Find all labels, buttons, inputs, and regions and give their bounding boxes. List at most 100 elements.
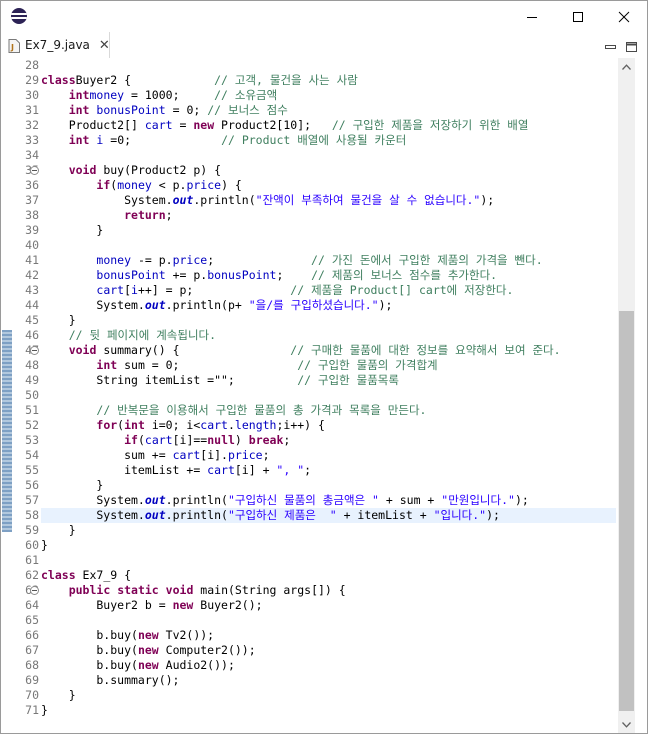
code-line[interactable]: // 반복문을 이용해서 구입한 물품의 총 가격과 목록을 만든다. <box>41 403 616 418</box>
code-line[interactable]: void summary() { // 구매한 물품에 대한 정보를 요약해서 … <box>41 343 616 358</box>
code-line[interactable]: } <box>41 538 616 553</box>
code-token: sum += <box>41 448 173 462</box>
code-token: ) <box>234 433 249 447</box>
code-line[interactable]: sum += cart[i].price; <box>41 448 616 463</box>
code-line[interactable] <box>41 388 616 403</box>
code-token: ( <box>137 433 145 447</box>
tab-ex7-9-java[interactable]: J Ex7_9.java ✕ <box>1 32 110 58</box>
maximize-view-icon[interactable] <box>625 38 639 52</box>
code-line[interactable] <box>41 58 616 73</box>
code-token: } <box>41 523 76 537</box>
line-number: 42 <box>25 268 39 282</box>
code-line[interactable]: b.summary(); <box>41 673 616 688</box>
vertical-scrollbar[interactable] <box>618 58 635 733</box>
code-line[interactable]: cart[i++] = p; // 제품을 Product[] cart에 저장… <box>41 283 616 298</box>
code-token: int <box>96 358 118 372</box>
code-line[interactable]: b.buy(new Computer2()); <box>41 643 616 658</box>
code-line[interactable]: } <box>41 313 616 328</box>
maximize-button[interactable] <box>555 1 601 32</box>
tab-close-icon[interactable]: ✕ <box>99 38 110 53</box>
code-token: new <box>137 643 159 657</box>
code-token: b.buy( <box>41 628 138 642</box>
code-token: out <box>144 298 166 312</box>
code-line[interactable]: return; <box>41 208 616 223</box>
line-number: 34 <box>25 148 39 162</box>
code-token: int <box>124 418 145 432</box>
code-line[interactable]: b.buy(new Audio2()); <box>41 658 616 673</box>
code-line[interactable]: // 뒷 페이지에 계속됩니다. <box>41 328 616 343</box>
code-line[interactable]: } <box>41 703 616 718</box>
code-token: void <box>68 343 97 357</box>
close-icon <box>618 11 630 22</box>
code-line[interactable]: } <box>41 478 616 493</box>
fold-collapse-icon[interactable] <box>30 586 39 595</box>
code-token: = 1000; <box>124 88 215 102</box>
code-line[interactable]: money -= p.price; // 가진 돈에서 구입한 제품의 가격을 … <box>41 253 616 268</box>
code-token: Audio2()); <box>158 658 235 672</box>
code-line[interactable]: System.out.println("구입하신 물품의 총금액은 " + su… <box>41 493 616 508</box>
code-line[interactable]: class Ex7_9 { <box>41 568 616 583</box>
code-line[interactable]: int sum = 0; // 구입한 물품의 가격합계 <box>41 358 616 373</box>
code-line[interactable]: for(int i=0; i<cart.length;i++) { <box>41 418 616 433</box>
code-editor[interactable]: 2829303132333435363738394041424344454647… <box>1 58 647 733</box>
code-token: cart <box>172 448 201 462</box>
code-token: ; <box>207 253 312 267</box>
code-token: System. <box>41 298 145 312</box>
code-token: ; <box>304 463 312 477</box>
scroll-up-button[interactable] <box>618 58 635 75</box>
code-line[interactable] <box>41 148 616 163</box>
code-line[interactable]: Buyer2 b = new Buyer2(); <box>41 598 616 613</box>
minimize-view-icon[interactable] <box>604 38 618 50</box>
line-number: 56 <box>25 478 39 492</box>
code-line[interactable]: Product2[] cart = new Product2[10]; // 구… <box>41 118 616 133</box>
code-line[interactable] <box>41 238 616 253</box>
code-token: ; <box>276 268 312 282</box>
code-token: Tv2()); <box>158 628 215 642</box>
code-token: Buyer2 { <box>75 73 215 87</box>
code-line[interactable]: System.out.println(p+ "을/를 구입하셨습니다."); <box>41 298 616 313</box>
code-token: if <box>96 178 111 192</box>
code-area[interactable]: classBuyer2 { // 고객, 물건을 사는 사람 intmoney … <box>41 58 616 718</box>
code-line[interactable]: System.out.println("구입하신 제품은 " + itemLis… <box>41 508 616 523</box>
code-token: // 소유금액 <box>214 88 278 102</box>
code-token: ; <box>262 448 270 462</box>
code-token: [i]. <box>200 448 228 462</box>
code-line[interactable]: itemList += cart[i] + ", "; <box>41 463 616 478</box>
minimize-button[interactable] <box>509 1 555 32</box>
code-token: money <box>117 178 152 192</box>
code-line[interactable]: intmoney = 1000; // 소유금액 <box>41 88 616 103</box>
code-line[interactable]: classBuyer2 { // 고객, 물건을 사는 사람 <box>41 73 616 88</box>
code-token: price <box>227 448 263 462</box>
code-token: ;i++) { <box>276 418 325 432</box>
close-button[interactable] <box>601 1 647 32</box>
fold-collapse-icon[interactable] <box>30 166 39 175</box>
code-line[interactable]: bonusPoint += p.bonusPoint; // 제품의 보너스 점… <box>41 268 616 283</box>
line-number: 66 <box>25 628 39 642</box>
code-line[interactable]: } <box>41 223 616 238</box>
code-line[interactable]: if(money < p.price) { <box>41 178 616 193</box>
title-bar[interactable] <box>1 1 647 32</box>
code-line[interactable]: b.buy(new Tv2()); <box>41 628 616 643</box>
code-line[interactable]: System.out.println("잔액이 부족하여 물건을 살 수 없습니… <box>41 193 616 208</box>
code-line[interactable]: int bonusPoint = 0; // 보너스 점수 <box>41 103 616 118</box>
code-token: void <box>68 163 97 177</box>
code-line[interactable]: public static void main(String args[]) { <box>41 583 616 598</box>
code-line[interactable]: void buy(Product2 p) { <box>41 163 616 178</box>
code-token: int <box>68 133 90 147</box>
code-token: .println( <box>165 493 228 507</box>
code-token: Computer2()); <box>158 643 256 657</box>
code-line[interactable] <box>41 613 616 628</box>
code-line[interactable]: int i =0; // Product 배열에 사용될 카운터 <box>41 133 616 148</box>
code-token: ++] = p; <box>137 283 291 297</box>
code-line[interactable]: } <box>41 523 616 538</box>
scroll-thumb[interactable] <box>619 311 634 711</box>
code-line[interactable]: if(cart[i]==null) break; <box>41 433 616 448</box>
fold-collapse-icon[interactable] <box>30 346 39 355</box>
code-line[interactable] <box>41 553 616 568</box>
code-line[interactable]: String itemList =""; // 구입한 물품목록 <box>41 373 616 388</box>
scroll-down-button[interactable] <box>618 716 635 733</box>
code-token: itemList += <box>41 463 208 477</box>
code-line[interactable]: } <box>41 688 616 703</box>
